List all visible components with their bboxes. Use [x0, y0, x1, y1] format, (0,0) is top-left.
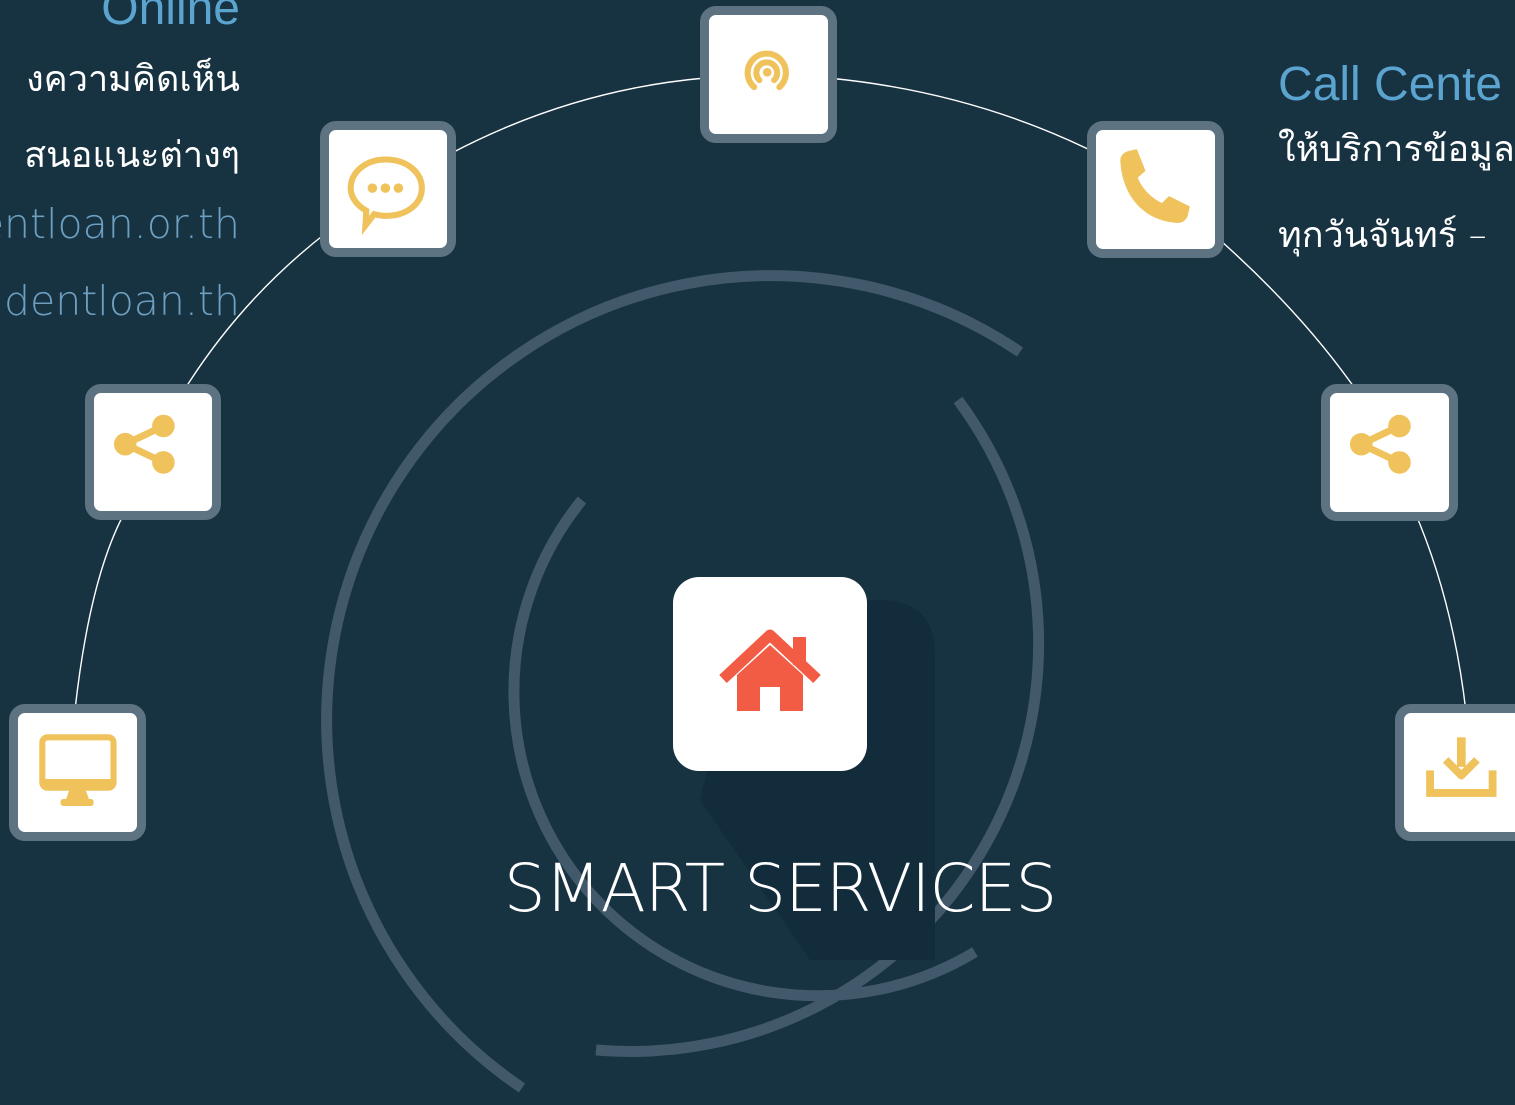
home-tile[interactable] — [673, 577, 867, 771]
share-tile-right[interactable] — [1321, 384, 1458, 521]
online-line-1: งความคิดเห็น — [26, 59, 240, 100]
phone-icon — [1120, 149, 1190, 223]
broadcast-tile[interactable] — [700, 6, 837, 143]
online-heading: Online — [101, 0, 240, 35]
smart-services-stage: SMART SERVICES Online งความคิดเห็น สนอแน… — [0, 0, 1515, 1105]
online-link-2[interactable]: udentloan.th — [0, 277, 240, 325]
download-icon — [1426, 737, 1497, 797]
broadcast-icon — [744, 50, 789, 91]
callcenter-heading: Call Cente — [1278, 60, 1503, 111]
phone-tile[interactable] — [1087, 121, 1224, 258]
download-tile[interactable] — [1395, 704, 1515, 841]
callcenter-block: Call Cente ให้บริการข้อมูล ทุกวันจันทร์ … — [1278, 60, 1515, 320]
online-line-2: สนอแนะต่างๆ — [24, 135, 240, 176]
share-icon — [113, 414, 175, 474]
monitor-icon — [39, 734, 117, 806]
chat-tile[interactable] — [320, 121, 456, 257]
online-link-1[interactable]: entloan.or.th — [0, 200, 240, 248]
chat-bubble-icon — [347, 156, 425, 236]
hero-title: SMART SERVICES — [503, 850, 1057, 927]
share-tile-left[interactable] — [85, 384, 221, 520]
callcenter-line-2: ทุกวันจันทร์ – — [1278, 215, 1487, 256]
monitor-tile[interactable] — [9, 704, 146, 841]
share-icon — [1349, 414, 1411, 474]
home-icon — [719, 629, 821, 711]
callcenter-line-1: ให้บริการข้อมูล — [1278, 129, 1515, 170]
